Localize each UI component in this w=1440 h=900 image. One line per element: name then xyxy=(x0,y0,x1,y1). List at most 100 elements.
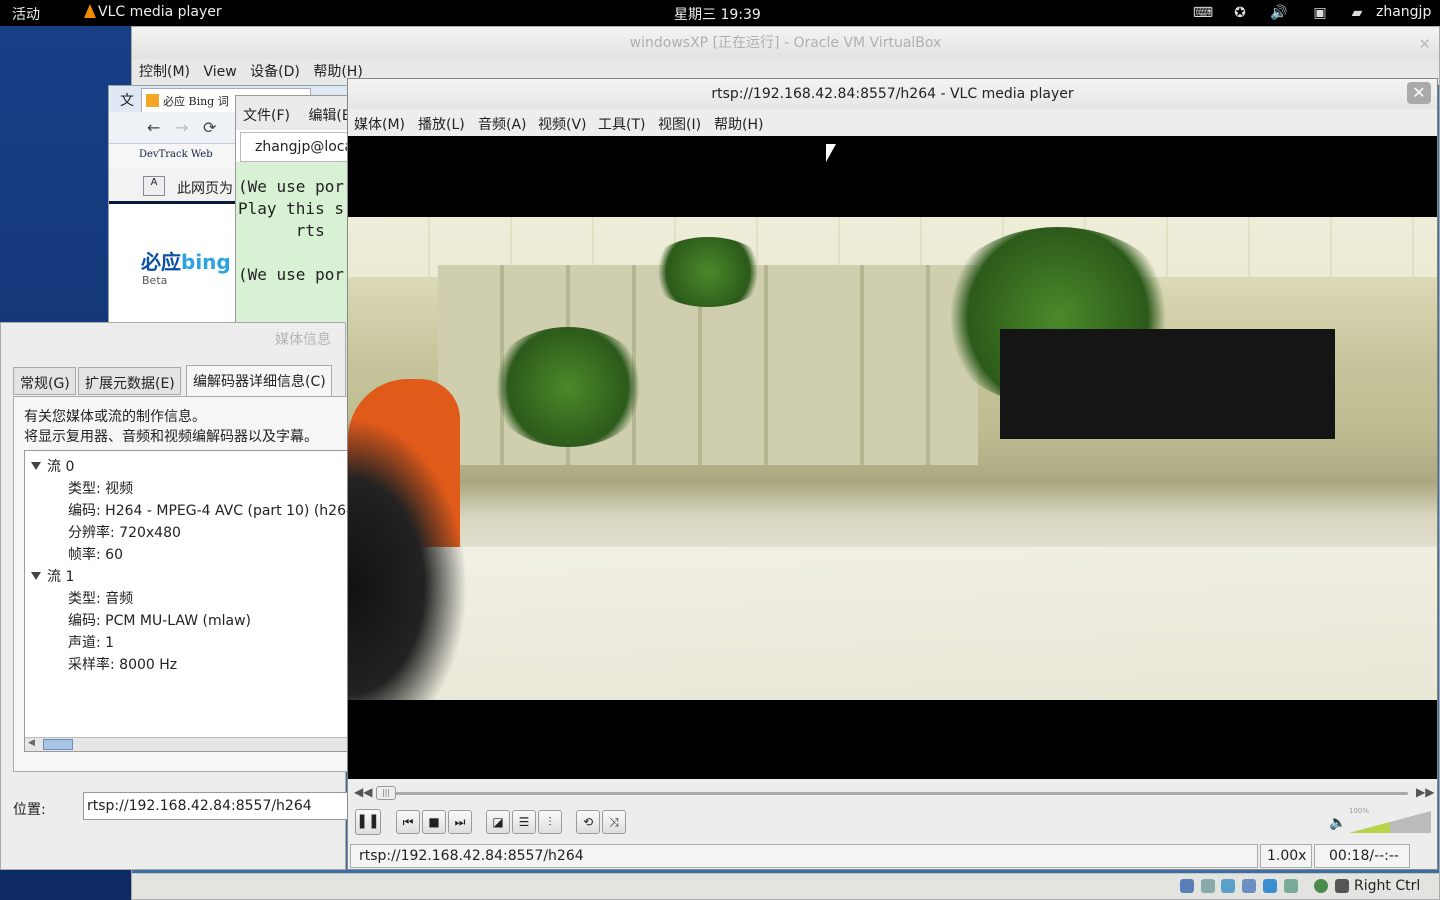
refresh-icon[interactable]: ⟳ xyxy=(203,118,216,137)
tree-item[interactable]: 类型: 视频 xyxy=(68,478,133,498)
activities-button[interactable]: 活动 xyxy=(12,4,40,24)
location-label: 位置: xyxy=(13,802,46,818)
tab-general[interactable]: 常规(G) xyxy=(13,367,76,395)
forward-icon[interactable]: → xyxy=(175,118,188,137)
video-plant xyxy=(488,327,648,447)
stop-button[interactable]: ■ xyxy=(422,810,446,834)
network-adapter-icon[interactable] xyxy=(1284,879,1298,893)
speaker-icon[interactable]: 🔈 xyxy=(1329,815,1346,831)
tree-item[interactable]: 声道: 1 xyxy=(68,632,114,652)
media-info-dialog[interactable]: 媒体信息 常规(G) 扩展元数据(E) 编解码器详细信息(C) 有关您媒体或流的… xyxy=(0,322,348,870)
vbox-menu-control[interactable]: 控制(M) xyxy=(139,61,190,81)
shuffle-button[interactable]: ⤨ xyxy=(602,810,626,834)
display-icon[interactable] xyxy=(1263,879,1277,893)
seek-back-icon[interactable]: ◀◀ xyxy=(354,785,372,799)
disk-icon[interactable] xyxy=(1180,879,1194,893)
bing-favicon-icon xyxy=(146,94,159,107)
fullscreen-button[interactable]: ◪ xyxy=(486,810,510,834)
seek-forward-icon[interactable]: ▶▶ xyxy=(1416,785,1434,799)
tab-codec-details[interactable]: 编解码器详细信息(C) xyxy=(186,365,332,397)
tree-item[interactable]: 编码: H264 - MPEG-4 AVC (part 10) (h264) xyxy=(68,500,348,520)
bing-logo: 必应bing xyxy=(141,246,231,275)
codec-desc-line2: 将显示复用器、音频和视频编解码器以及字幕。 xyxy=(24,429,318,445)
shared-folder-icon[interactable] xyxy=(1242,879,1256,893)
codec-tree[interactable]: 流 0 类型: 视频 编码: H264 - MPEG-4 AVC (part 1… xyxy=(24,450,348,752)
vlc-menu-audio[interactable]: 音频(A) xyxy=(478,114,527,134)
app-menu-label: VLC media player xyxy=(98,4,222,20)
loop-button[interactable]: ⟲ xyxy=(576,810,600,834)
user-menu[interactable]: zhangjp xyxy=(1376,4,1431,20)
vlc-title[interactable]: rtsp://192.168.42.84:8557/h264 - VLC med… xyxy=(348,79,1437,109)
tab-metadata[interactable]: 扩展元数据(E) xyxy=(78,367,181,395)
extended-settings-button[interactable]: ⫶ xyxy=(538,810,562,834)
vlc-menu-media[interactable]: 媒体(M) xyxy=(354,114,405,134)
next-button[interactable]: ⏭ xyxy=(448,810,472,834)
usb-icon[interactable] xyxy=(1221,879,1235,893)
volume-fill xyxy=(1349,822,1390,833)
codec-panel: 有关您媒体或流的制作信息。 将显示复用器、音频和视频编解码器以及字幕。 流 0 … xyxy=(13,396,348,772)
video-plant xyxy=(648,237,768,307)
bing-beta: Beta xyxy=(142,274,168,287)
seek-bar[interactable]: ◀◀ ||| ▶▶ xyxy=(348,781,1437,805)
back-icon[interactable]: ← xyxy=(147,118,160,137)
playlist-button[interactable]: ☰ xyxy=(512,810,536,834)
chat-icon[interactable]: ▰ xyxy=(1350,3,1364,23)
playback-time[interactable]: 00:18/--:-- xyxy=(1314,844,1410,868)
vlc-menu-playback[interactable]: 播放(L) xyxy=(418,114,465,134)
volume-percent: 100% xyxy=(1349,807,1370,815)
volume-slider[interactable]: 100% xyxy=(1349,807,1431,835)
scroll-thumb[interactable] xyxy=(43,739,73,750)
tree-stream-0[interactable]: 流 0 xyxy=(31,456,74,476)
vbox-menu-devices[interactable]: 设备(D) xyxy=(250,61,300,81)
volume-icon[interactable]: 🔊 xyxy=(1268,3,1290,23)
vlc-menu-view[interactable]: 视图(I) xyxy=(658,114,701,134)
scroll-left-icon[interactable]: ◀ xyxy=(28,738,35,748)
vbox-menu-view[interactable]: View xyxy=(203,64,236,80)
stream-0-label: 流 0 xyxy=(47,459,75,475)
pause-button[interactable]: ❚❚ xyxy=(355,809,381,835)
vlc-menu-help[interactable]: 帮助(H) xyxy=(714,114,763,134)
vlc-menu-video[interactable]: 视频(V) xyxy=(538,114,587,134)
vlc-statusbar: rtsp://192.168.42.84:8557/h264 1.00x 00:… xyxy=(348,842,1437,870)
playback-rate[interactable]: 1.00x xyxy=(1260,844,1312,868)
terminal-menu-edit[interactable]: 编辑(E xyxy=(308,108,350,124)
vlc-cone-icon xyxy=(84,4,96,18)
translate-text: 此网页为 xyxy=(177,181,233,197)
tree-item[interactable]: 分辨率: 720x480 xyxy=(68,522,181,542)
expand-triangle-icon[interactable] xyxy=(31,572,41,580)
translate-icon[interactable]: A xyxy=(143,176,165,196)
seek-track[interactable] xyxy=(376,792,1408,795)
network-icon[interactable]: ▣ xyxy=(1309,3,1331,23)
location-field[interactable]: rtsp://192.168.42.84:8557/h264 xyxy=(83,792,347,820)
tree-item[interactable]: 类型: 音频 xyxy=(68,588,133,608)
top-bar: 活动 VLC media player 星期三 19:39 ⌨ ✪ 🔊 ▣ ▰ … xyxy=(0,0,1440,26)
keyboard-icon[interactable]: ⌨ xyxy=(1192,3,1214,23)
clock[interactable]: 星期三 19:39 xyxy=(674,4,761,24)
video-output[interactable] xyxy=(348,136,1437,779)
vlc-controls: ❚❚ ⏮ ■ ⏭ ◪ ☰ ⫶ ⟲ ⤨ 🔈 100% xyxy=(348,807,1437,841)
virtualbox-close-icon[interactable]: ✕ xyxy=(1418,35,1431,53)
stream-1-label: 流 1 xyxy=(47,569,75,585)
tree-stream-1[interactable]: 流 1 xyxy=(31,566,74,586)
terminal-menu-file[interactable]: 文件(F) xyxy=(243,108,290,124)
media-info-title[interactable]: 媒体信息 xyxy=(1,323,345,357)
mouse-integration-icon[interactable] xyxy=(1314,879,1328,893)
fav-devtrack[interactable]: DevTrack Web xyxy=(139,149,213,160)
cd-icon[interactable] xyxy=(1201,879,1215,893)
seek-handle[interactable]: ||| xyxy=(376,786,396,800)
video-frame xyxy=(348,217,1437,700)
tree-item[interactable]: 帧率: 60 xyxy=(68,544,123,564)
vlc-menu-tools[interactable]: 工具(T) xyxy=(598,114,645,134)
keyboard-capture-icon[interactable] xyxy=(1335,879,1349,893)
virtualbox-title[interactable]: windowsXP [正在运行] - Oracle VM VirtualBox xyxy=(132,27,1439,59)
tree-horizontal-scrollbar[interactable]: ◀ xyxy=(25,737,348,751)
accessibility-icon[interactable]: ✪ xyxy=(1229,3,1251,23)
vlc-window[interactable]: rtsp://192.168.42.84:8557/h264 - VLC med… xyxy=(347,78,1438,870)
previous-button[interactable]: ⏮ xyxy=(396,810,420,834)
app-menu[interactable]: VLC media player xyxy=(84,4,222,20)
expand-triangle-icon[interactable] xyxy=(31,462,41,470)
tree-item[interactable]: 采样率: 8000 Hz xyxy=(68,654,177,674)
vlc-close-icon[interactable]: ✕ xyxy=(1407,82,1431,104)
bing-logo-en: bing xyxy=(181,250,231,274)
tree-item[interactable]: 编码: PCM MU-LAW (mlaw) xyxy=(68,610,251,630)
